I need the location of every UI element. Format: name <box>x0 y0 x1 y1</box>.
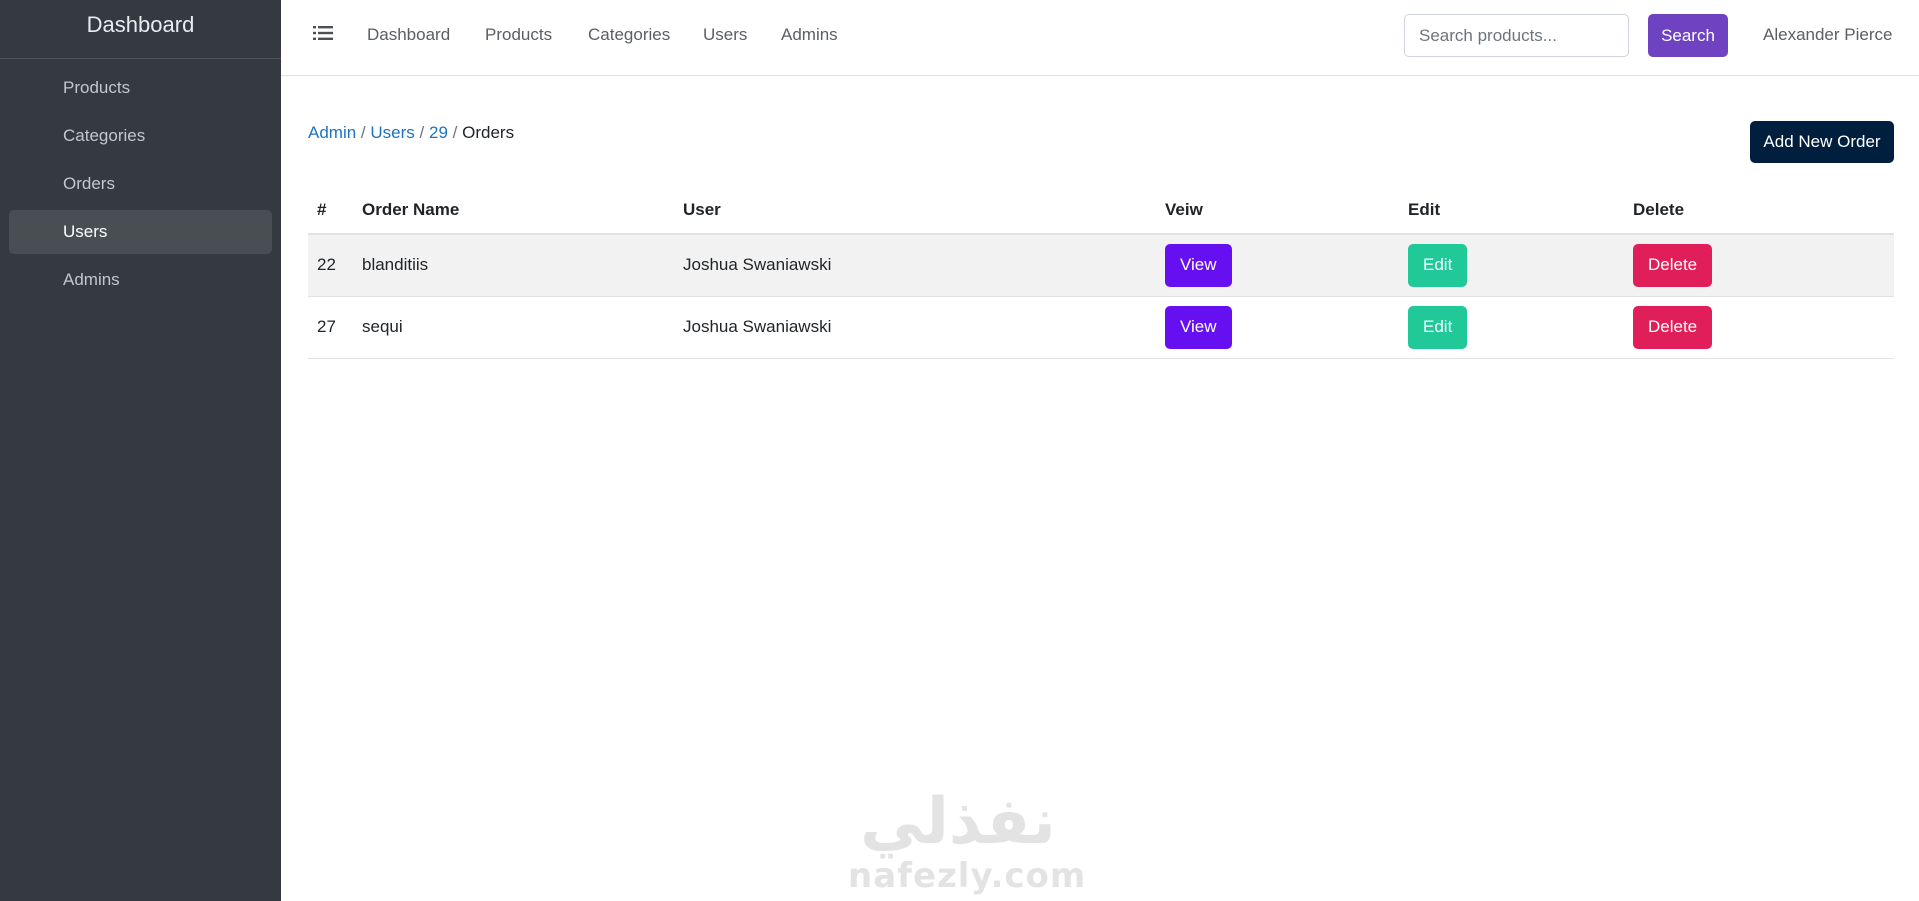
watermark-latin: nafezly.com <box>848 856 1087 896</box>
nav-link-admins[interactable]: Admins <box>781 0 838 70</box>
order-user: Joshua Swaniawski <box>674 234 1156 297</box>
order-id: 27 <box>308 296 353 359</box>
column-header-view: Veiw <box>1156 186 1399 235</box>
delete-button[interactable]: Delete <box>1633 305 1713 349</box>
order-name: blanditiis <box>353 234 674 297</box>
nav-link-categories[interactable]: Categories <box>588 0 670 70</box>
edit-cell: Edit <box>1399 296 1624 359</box>
column-header-delete: Delete <box>1624 186 1894 235</box>
nav-link-dashboard[interactable]: Dashboard <box>367 0 450 70</box>
brand-title[interactable]: Dashboard <box>0 0 281 59</box>
order-user: Joshua Swaniawski <box>674 296 1156 359</box>
view-button[interactable]: View <box>1165 305 1232 349</box>
sidebar-item-categories[interactable]: Categories <box>9 114 272 158</box>
breadcrumb-separator: / <box>360 123 366 142</box>
orders-table: # Order Name User Veiw Edit Delete 22 bl… <box>308 186 1894 359</box>
watermark-logo: نفذلي nafezly.com <box>848 785 1087 896</box>
edit-button[interactable]: Edit <box>1408 305 1468 349</box>
column-header-order-name: Order Name <box>353 186 674 235</box>
delete-button[interactable]: Delete <box>1633 243 1713 287</box>
search-input[interactable] <box>1404 14 1629 57</box>
user-menu[interactable]: Alexander Pierce <box>1763 0 1892 70</box>
table-row: 27 sequi Joshua Swaniawski View Edit Del… <box>308 296 1894 359</box>
delete-cell: Delete <box>1624 234 1894 297</box>
column-header-edit: Edit <box>1399 186 1624 235</box>
sidebar-item-orders[interactable]: Orders <box>9 162 272 206</box>
table-header-row: # Order Name User Veiw Edit Delete <box>308 186 1894 235</box>
table-row: 22 blanditiis Joshua Swaniawski View Edi… <box>308 234 1894 297</box>
column-header-id: # <box>308 186 353 235</box>
nav-link-users[interactable]: Users <box>703 0 747 70</box>
breadcrumb-admin[interactable]: Admin <box>308 123 356 142</box>
column-header-user: User <box>674 186 1156 235</box>
view-button[interactable]: View <box>1165 243 1232 287</box>
breadcrumb-separator: / <box>419 123 425 142</box>
breadcrumb-user-id[interactable]: 29 <box>429 123 448 142</box>
sidebar-nav: Products Categories Orders Users Admins <box>0 59 281 313</box>
list-icon[interactable] <box>313 25 333 41</box>
edit-button[interactable]: Edit <box>1408 243 1468 287</box>
sidebar: Dashboard Products Categories Orders Use… <box>0 0 281 901</box>
sidebar-item-products[interactable]: Products <box>9 66 272 110</box>
breadcrumb-separator: / <box>452 123 458 142</box>
breadcrumb: Admin / Users / 29 / Orders <box>308 123 514 143</box>
breadcrumb-users[interactable]: Users <box>370 123 414 142</box>
add-new-order-button[interactable]: Add New Order <box>1750 121 1894 163</box>
view-cell: View <box>1156 296 1399 359</box>
watermark-arabic: نفذلي <box>860 785 1056 859</box>
sidebar-item-users[interactable]: Users <box>9 210 272 254</box>
top-navbar: Dashboard Products Categories Users Admi… <box>281 0 1919 76</box>
sidebar-item-admins[interactable]: Admins <box>9 258 272 302</box>
breadcrumb-current: Orders <box>462 123 515 142</box>
order-name: sequi <box>353 296 674 359</box>
search-button[interactable]: Search <box>1648 14 1728 57</box>
order-id: 22 <box>308 234 353 297</box>
view-cell: View <box>1156 234 1399 297</box>
edit-cell: Edit <box>1399 234 1624 297</box>
delete-cell: Delete <box>1624 296 1894 359</box>
nav-link-products[interactable]: Products <box>485 0 552 70</box>
